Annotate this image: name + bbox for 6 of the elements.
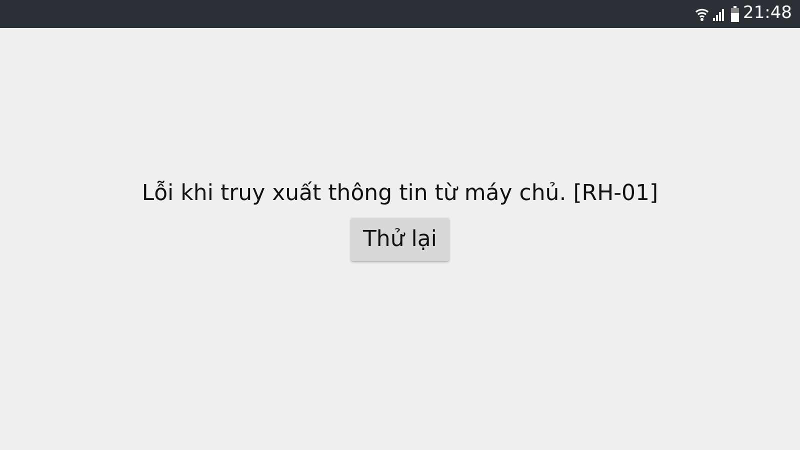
status-time: 21:48 (743, 2, 792, 26)
wifi-icon (695, 6, 709, 22)
error-message: Lỗi khi truy xuất thông tin từ máy chủ. [RH-01] (142, 180, 658, 208)
signal-icon (713, 7, 727, 21)
retry-button[interactable]: Thử lại (350, 218, 450, 261)
battery-icon (731, 6, 739, 22)
